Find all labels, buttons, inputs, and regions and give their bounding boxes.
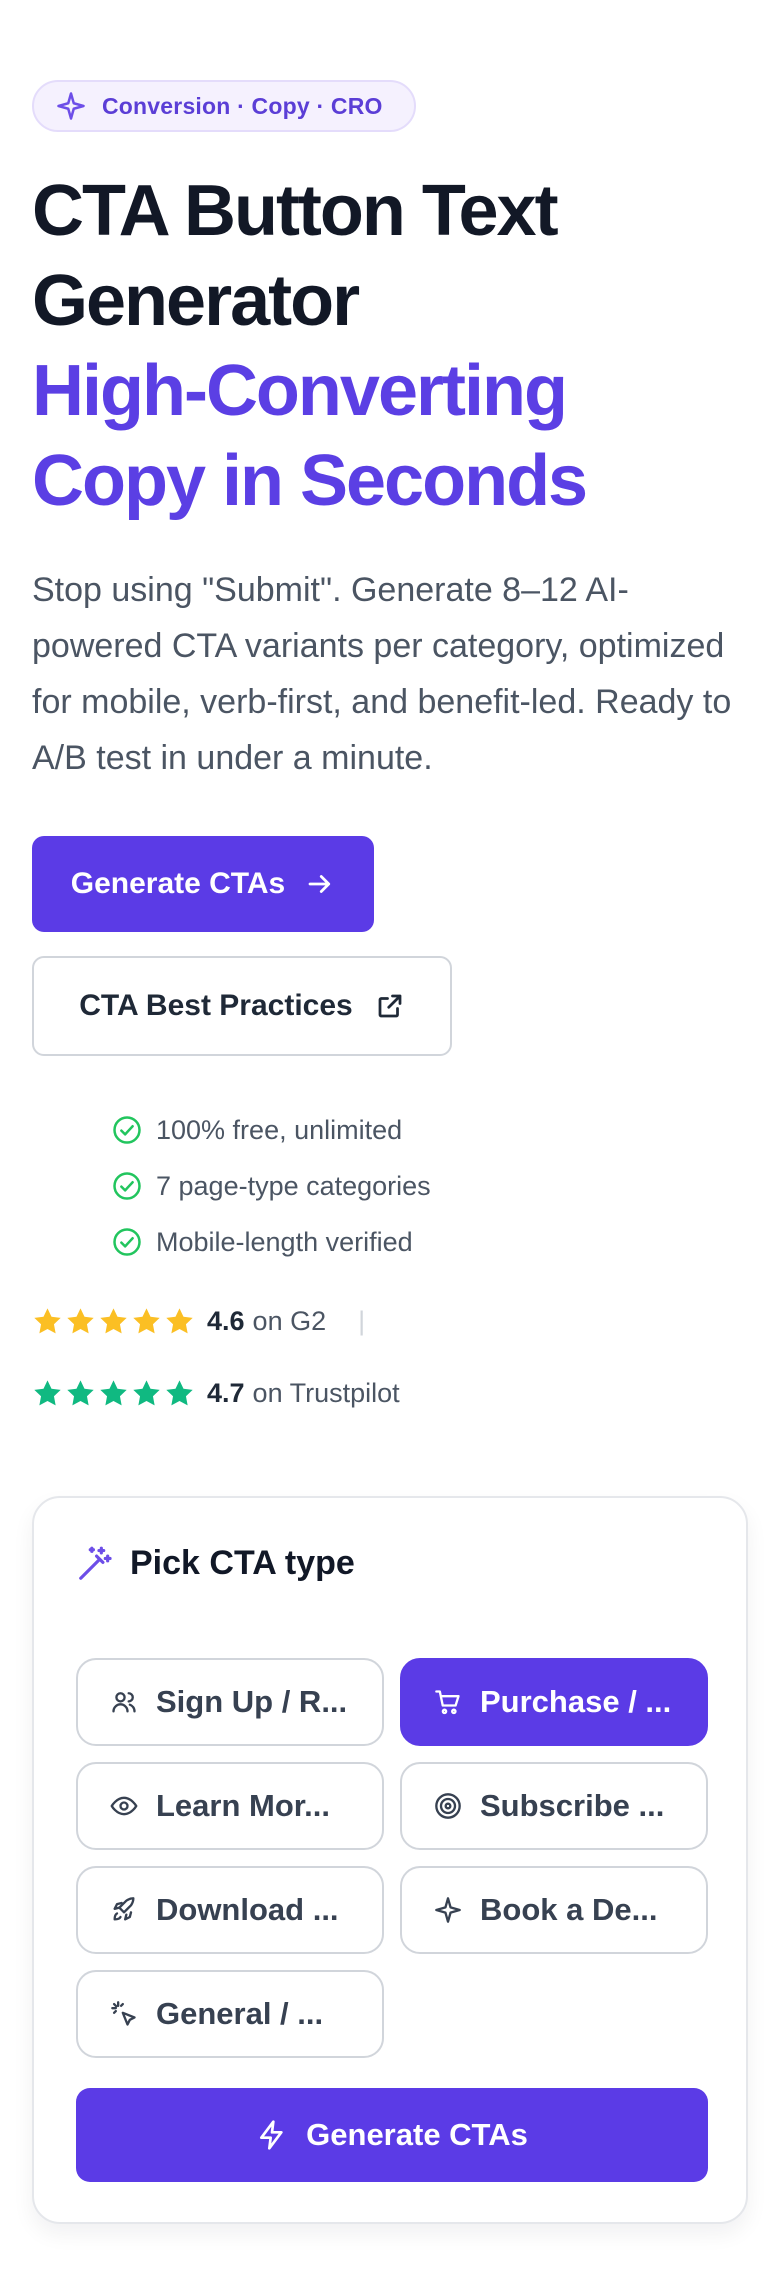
trustpilot-rating: 4.7 on Trustpilot [32,1378,400,1409]
cta-type-picker-card: Pick CTA type Sign Up / R... Purchase / … [32,1496,748,2224]
title-line-1: CTA Button Text [32,171,559,251]
card-generate-ctas-button[interactable]: Generate CTAs [76,2088,708,2182]
cta-type-option-purchase[interactable]: Purchase / ... [400,1658,708,1746]
cta-type-option-learn-more[interactable]: Learn Mor... [76,1762,384,1850]
feature-item: 7 page-type categories [112,1158,431,1214]
star-icon [34,1380,61,1406]
check-circle-icon [113,1228,141,1256]
sparkle-icon [57,92,85,120]
magic-wand-icon [79,1546,112,1580]
trustpilot-score: 4.7 [207,1378,245,1408]
generate-ctas-label: Generate CTAs [70,867,286,900]
star-rating [32,1378,195,1409]
users-icon [112,1692,136,1713]
cta-type-option-signup[interactable]: Sign Up / R... [76,1658,384,1746]
option-label: Book a De... [480,1892,658,1927]
star-icon [67,1380,94,1406]
best-practices-button[interactable]: CTA Best Practices [32,956,452,1056]
pointer-click-icon [111,2001,136,2026]
trustpilot-source: on Trustpilot [252,1378,400,1408]
category-badge: Conversion · Copy · CRO [32,80,416,132]
feature-label: 7 page-type categories [156,1170,431,1201]
cta-type-option-download[interactable]: Download ... [76,1866,384,1954]
star-icon [67,1308,94,1334]
feature-item: Mobile-length verified [112,1214,431,1270]
star-icon [133,1380,160,1406]
star-icon [166,1380,193,1406]
card-generate-label: Generate CTAs [306,2117,528,2152]
external-link-icon [378,994,402,1018]
picker-heading-label: Pick CTA type [130,1544,355,1582]
g2-rating: 4.6 on G2 | [32,1306,365,1337]
badge-label: Conversion · Copy · CRO [102,92,383,119]
option-label: Purchase / ... [480,1684,672,1719]
hero-description: Stop using "Submit". Generate 8–12 AI-po… [32,571,732,777]
star-rating [32,1306,195,1337]
lightning-icon [260,2120,283,2150]
cart-icon [435,1690,460,1715]
option-label: Download ... [156,1892,339,1927]
star-icon [100,1380,127,1406]
cta-type-option-subscribe[interactable]: Subscribe ... [400,1762,708,1850]
cta-type-option-book-demo[interactable]: Book a De... [400,1866,708,1954]
rocket-icon [113,1897,135,1921]
title-line-2: Generator [32,261,360,341]
g2-source: on G2 [252,1306,327,1336]
g2-score: 4.6 [207,1306,245,1336]
arrow-right-icon [308,875,331,893]
target-icon [435,1793,461,1819]
best-practices-label: CTA Best Practices [79,989,353,1022]
check-circle-icon [113,1116,141,1144]
title-accent-line-2: Copy in Seconds [32,441,588,521]
picker-heading: Pick CTA type [76,1544,355,1583]
feature-item: 100% free, unlimited [112,1102,431,1158]
title-accent-line-1: High-Converting [32,351,568,431]
eye-icon [110,1796,138,1816]
star-icon [133,1308,160,1334]
option-label: Learn Mor... [156,1788,330,1823]
page-title: CTA Button Text Generator High-Convertin… [32,166,732,526]
option-label: General / ... [156,1996,324,2031]
star-icon [166,1308,193,1334]
cta-type-option-general[interactable]: General / ... [76,1970,384,2058]
generate-ctas-button[interactable]: Generate CTAs [32,836,374,932]
star-icon [34,1308,61,1334]
sparkle-icon [435,1897,461,1923]
feature-label: Mobile-length verified [156,1226,413,1257]
star-icon [100,1308,127,1334]
option-label: Subscribe ... [480,1788,665,1823]
feature-list: 100% free, unlimited 7 page-type categor… [112,1102,431,1270]
rating-separator: | [358,1306,366,1336]
feature-label: 100% free, unlimited [156,1114,403,1145]
check-circle-icon [113,1172,141,1200]
option-label: Sign Up / R... [156,1684,348,1719]
